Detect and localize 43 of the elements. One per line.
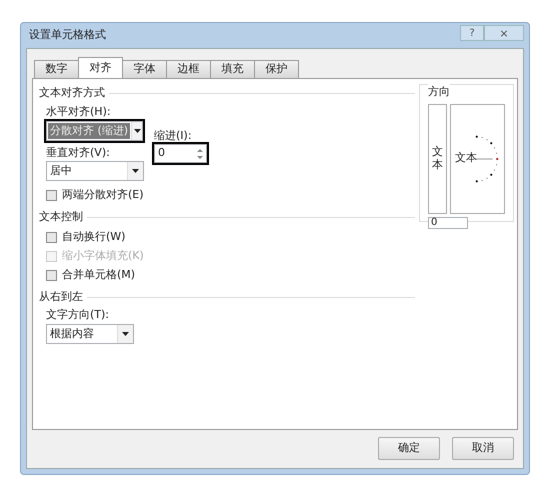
section-title: 文本控制 — [39, 208, 83, 225]
checkbox[interactable] — [46, 232, 57, 243]
tab[interactable]: 填充 — [210, 60, 255, 78]
spin-arrows-icon — [196, 146, 204, 160]
dropdown[interactable]: 居中 — [46, 161, 144, 181]
caret-icon — [134, 128, 141, 132]
field-label: 垂直对齐(V): — [46, 144, 111, 160]
tab[interactable]: 对齐 — [78, 57, 123, 78]
close-button[interactable]: × — [484, 24, 524, 40]
caret-icon — [122, 332, 129, 336]
field-label: 文字方向(T): — [46, 307, 110, 323]
vertical-text: 文本 — [432, 146, 444, 171]
dropdown-value: 分散对齐 (缩进) — [48, 122, 130, 138]
spinner-value: 0 — [430, 218, 438, 228]
dial-text: 文本 — [455, 150, 478, 166]
checkbox[interactable] — [46, 190, 57, 201]
section-title: 文本对齐方式 — [39, 84, 105, 101]
orientation-dial[interactable]: 文本 — [450, 104, 505, 214]
checkbox[interactable] — [46, 270, 57, 281]
tab[interactable]: 字体 — [122, 60, 167, 78]
help-button[interactable]: ? — [460, 24, 484, 40]
indent-spinner[interactable]: 0 — [154, 144, 207, 163]
section-title: 从右到左 — [39, 288, 83, 305]
checkbox-label: 两端分散对齐(E) — [62, 187, 144, 204]
tab[interactable]: 边框 — [166, 60, 211, 78]
field-label: 水平对齐(H): — [46, 104, 112, 120]
checkbox-label: 缩小字体填充(K) — [62, 248, 144, 264]
window-title: 设置单元格格式 — [28, 27, 107, 44]
vertical-text-box[interactable]: 文本 — [428, 104, 448, 214]
dropdown-value: 根据内容 — [49, 326, 95, 342]
dialog-button[interactable]: 取消 — [452, 437, 514, 460]
dropdown[interactable]: 根据内容 — [46, 324, 134, 344]
dropdown[interactable]: 分散对齐 (缩进) — [46, 120, 143, 140]
checkbox-label: 合并单元格(M) — [62, 267, 136, 284]
tab[interactable]: 保护 — [254, 60, 299, 78]
tab[interactable]: 数字 — [34, 60, 79, 78]
dropdown-value: 居中 — [49, 163, 73, 179]
checkbox-label: 自动换行(W) — [62, 229, 126, 246]
degrees-spinner[interactable]: 0 — [428, 216, 468, 228]
spinner-value: 0 — [157, 145, 166, 162]
caret-icon — [132, 169, 139, 173]
dialog-button[interactable]: 确定 — [378, 437, 440, 460]
field-label: 缩进(I): — [154, 128, 193, 144]
